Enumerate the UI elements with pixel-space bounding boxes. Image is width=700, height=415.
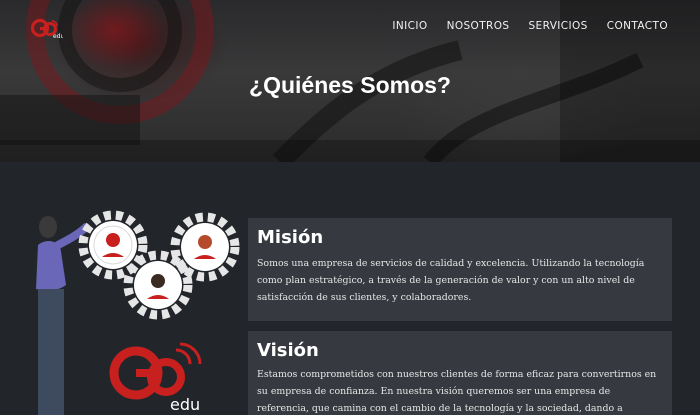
mision-text: Somos una empresa de servicios de calida… (257, 258, 645, 303)
brand-logo[interactable]: edu (31, 17, 63, 39)
nav-item-servicios[interactable]: SERVICIOS (528, 20, 587, 32)
vision-heading: Visión (257, 340, 319, 361)
vision-card: Visión Estamos comprometidos con nuestro… (248, 331, 672, 415)
nav-item-contacto[interactable]: CONTACTO (607, 20, 668, 32)
person-illustration (36, 216, 90, 415)
mision-heading: Misión (257, 227, 324, 248)
mision-card: Misión Somos una empresa de servicios de… (248, 218, 672, 321)
brand-logo: edu (109, 342, 202, 414)
nav-item-inicio[interactable]: INICIO (392, 20, 427, 32)
svg-text:edu: edu (170, 395, 200, 414)
vision-text: Estamos comprometidos con nuestros clien… (257, 369, 657, 414)
nav-item-nosotros[interactable]: NOSOTROS (447, 20, 510, 32)
svg-text:edu: edu (53, 33, 63, 39)
page-title: ¿Quiénes Somos? (249, 72, 451, 98)
hero-banner: edu INICIO NOSOTROS SERVICIOS CONTACTO ¿… (0, 0, 700, 162)
team-gears-illustration: edu (36, 210, 240, 415)
main-nav: INICIO NOSOTROS SERVICIOS CONTACTO (392, 20, 668, 32)
